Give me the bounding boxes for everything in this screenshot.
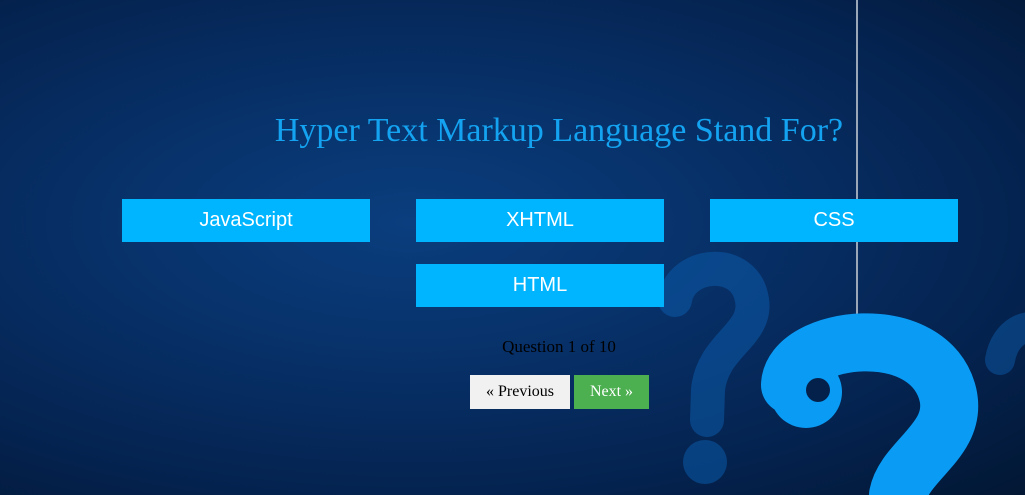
question-title: Hyper Text Markup Language Stand For? xyxy=(274,112,844,149)
background-art xyxy=(658,0,1025,495)
option-xhtml-button[interactable]: XHTML xyxy=(416,199,664,242)
faint-question-mark-icon xyxy=(658,251,770,484)
option-label: JavaScript xyxy=(199,209,293,231)
next-button[interactable]: Next » xyxy=(574,375,649,409)
question-counter: Question 1 of 10 xyxy=(502,337,616,356)
option-label: HTML xyxy=(512,274,568,296)
option-css-button[interactable]: CSS xyxy=(710,199,958,242)
string-bow-icon xyxy=(842,315,872,335)
option-label: XHTML xyxy=(506,209,574,231)
hanging-question-mark-icon xyxy=(761,313,979,495)
option-javascript-button[interactable]: JavaScript xyxy=(122,199,370,242)
previous-button[interactable]: « Previous xyxy=(470,375,570,409)
option-html-button[interactable]: HTML xyxy=(416,264,664,307)
option-label: CSS xyxy=(813,209,855,231)
